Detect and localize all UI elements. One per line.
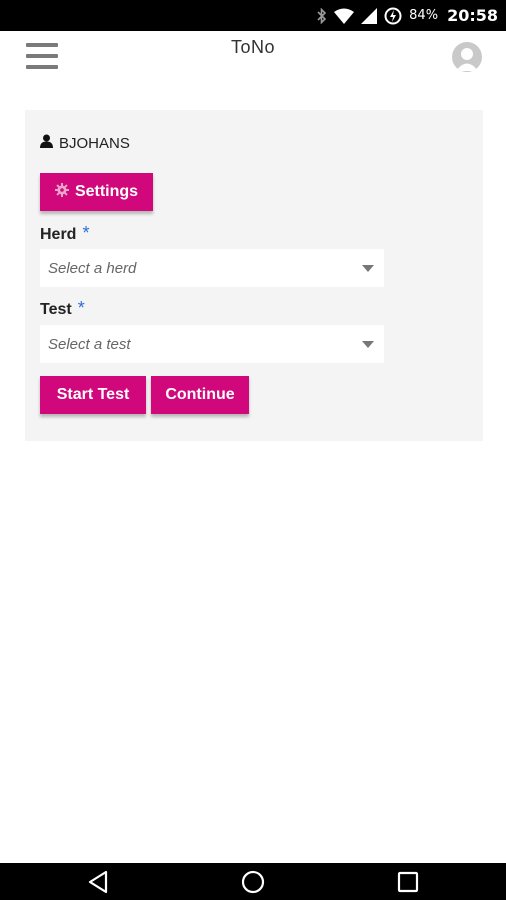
settings-button[interactable]: Settings	[40, 173, 153, 211]
user-row: BJOHANS	[40, 134, 130, 152]
bluetooth-icon	[317, 7, 327, 24]
gear-icon	[54, 182, 69, 202]
user-avatar-icon[interactable]	[452, 42, 482, 72]
signal-icon	[361, 7, 378, 24]
app-header: ToNo	[0, 31, 506, 86]
username: BJOHANS	[59, 134, 130, 152]
app-title: ToNo	[230, 37, 276, 57]
herd-label: Herd *	[40, 223, 89, 244]
recents-icon[interactable]	[395, 869, 421, 895]
chevron-down-icon	[362, 341, 374, 348]
battery-charging-icon	[384, 7, 402, 25]
test-label-text: Test	[40, 301, 72, 318]
battery-percent: 84%	[409, 8, 439, 23]
test-required-marker: *	[77, 298, 85, 318]
herd-select[interactable]: Select a herd	[40, 249, 384, 287]
continue-button[interactable]: Continue	[151, 376, 249, 414]
herd-required-marker: *	[82, 223, 90, 243]
test-label: Test *	[40, 298, 85, 319]
wifi-icon	[334, 8, 355, 24]
test-select-placeholder: Select a test	[48, 335, 131, 353]
test-setup-panel: BJOHANS Settings Herd * Select a herd Te…	[25, 110, 483, 441]
start-test-button[interactable]: Start Test	[40, 376, 146, 414]
herd-label-text: Herd	[40, 226, 77, 243]
user-icon	[40, 134, 53, 152]
back-icon[interactable]	[86, 869, 112, 895]
status-bar: 84% 20:58	[0, 0, 506, 31]
herd-select-placeholder: Select a herd	[48, 259, 137, 277]
chevron-down-icon	[362, 265, 374, 272]
settings-label: Settings	[74, 183, 139, 200]
system-nav-bar	[0, 863, 506, 900]
home-icon[interactable]	[240, 869, 266, 895]
clock-time: 20:58	[447, 6, 498, 25]
test-select[interactable]: Select a test	[40, 325, 384, 363]
